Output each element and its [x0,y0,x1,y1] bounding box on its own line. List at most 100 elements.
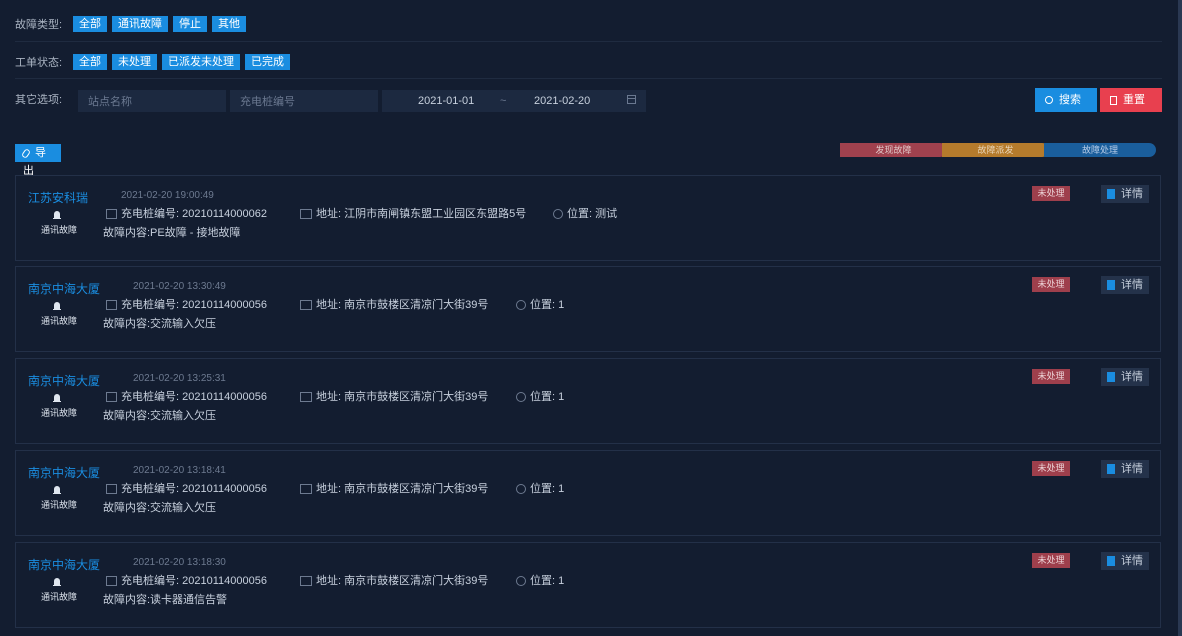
fault-card: 南京中海大厦 2021-02-20 13:25:31 通讯故障 充电桩编号: 2021… [15,358,1161,444]
detail-button[interactable]: 详情 [1101,460,1149,478]
alarm-icon [53,211,61,219]
status-badge: 未处理 [1032,277,1070,292]
address-icon [300,392,312,403]
location-icon [516,484,526,495]
card-time: 2021-02-20 13:18:30 [133,557,226,568]
pile-number-input[interactable]: 充电桩编号 [230,90,378,112]
document-icon [1107,189,1115,199]
date-range-picker[interactable]: 2021-01-01 ~ 2021-02-20 [382,90,646,112]
address-icon [300,209,312,220]
card-site-name[interactable]: 南京中海大厦 [28,280,100,297]
step-handled: 故障处理 [1044,143,1156,157]
pile-icon [106,300,117,311]
paperclip-icon [20,147,32,159]
divider [15,78,1162,79]
detail-button[interactable]: 详情 [1101,368,1149,386]
card-pile-number: 充电桩编号: 20210114000056 [106,480,267,496]
detail-button[interactable]: 详情 [1101,185,1149,203]
card-site-name[interactable]: 南京中海大厦 [28,464,100,481]
card-fault-content: 故障内容:读卡器通信告警 [103,594,228,606]
card-location: 位置: 1 [516,572,564,588]
card-address: 地址: 南京市鼓楼区清凉门大街39号 [300,296,488,312]
fault-card: 江苏安科瑞 2021-02-20 19:00:49 通讯故障 充电桩编号: 20210… [15,175,1161,261]
document-icon [1107,464,1115,474]
card-location: 位置: 1 [516,480,564,496]
export-button[interactable]: 导出 [15,144,61,177]
card-address: 地址: 南京市鼓楼区清凉门大街39号 [300,572,488,588]
document-icon [1107,372,1115,382]
status-badge: 未处理 [1032,553,1070,568]
location-icon [553,209,563,220]
status-badge: 未处理 [1032,461,1070,476]
fault-card: 南京中海大厦 2021-02-20 13:30:49 通讯故障 充电桩编号: 2021… [15,266,1161,352]
status-badge: 未处理 [1032,186,1070,201]
card-time: 2021-02-20 13:25:31 [133,373,226,384]
order-status-dispatched-chip[interactable]: 已派发未处理 [162,54,240,70]
card-pile-number: 充电桩编号: 20210114000056 [106,388,267,404]
card-site-name[interactable]: 南京中海大厦 [28,372,100,389]
card-address: 地址: 南京市鼓楼区清凉门大街39号 [300,480,488,496]
detail-button[interactable]: 详情 [1101,276,1149,294]
other-options-label: 其它选项: [15,94,63,106]
status-badge: 未处理 [1032,369,1070,384]
fault-type-comm-chip[interactable]: 通讯故障 [112,16,168,32]
card-fault-content: 故障内容:PE故障 - 接地故障 [103,227,241,239]
fault-type-label: 故障类型: [15,19,63,31]
card-fault-type: 通讯故障 [41,500,78,510]
address-icon [300,300,312,311]
order-status-filter: 工单状态: 全部 未处理 已派发未处理 已完成 [15,53,1162,71]
fault-card: 南京中海大厦 2021-02-20 13:18:30 通讯故障 充电桩编号: 2021… [15,542,1161,628]
card-site-name[interactable]: 江苏安科瑞 [28,189,88,206]
search-button[interactable]: 搜索 [1035,88,1097,112]
card-site-name[interactable]: 南京中海大厦 [28,556,100,573]
fault-type-all-chip[interactable]: 全部 [73,16,107,32]
location-icon [516,392,526,403]
card-address: 地址: 江阴市南闸镇东盟工业园区东盟路5号 [300,205,526,221]
fault-type-stop-chip[interactable]: 停止 [173,16,207,32]
card-location: 位置: 1 [516,388,564,404]
card-pile-number: 充电桩编号: 20210114000056 [106,572,267,588]
alarm-icon [53,578,61,586]
card-fault-content: 故障内容:交流输入欠压 [103,502,217,514]
date-separator: ~ [500,95,507,107]
card-location: 位置: 1 [516,296,564,312]
card-fault-content: 故障内容:交流输入欠压 [103,410,217,422]
calendar-icon [627,95,636,104]
pile-icon [106,484,117,495]
date-end: 2021-02-20 [534,95,591,107]
card-time: 2021-02-20 13:30:49 [133,281,226,292]
alarm-icon [53,394,61,402]
order-status-done-chip[interactable]: 已完成 [245,54,290,70]
fault-process-steps: 发现故障 故障派发 故障处理 [840,143,1161,157]
card-pile-number: 充电桩编号: 20210114000056 [106,296,267,312]
order-status-unprocessed-chip[interactable]: 未处理 [112,54,157,70]
document-icon [1107,556,1115,566]
detail-button[interactable]: 详情 [1101,552,1149,570]
card-fault-type: 通讯故障 [41,225,78,235]
card-fault-type: 通讯故障 [41,316,78,326]
card-fault-content: 故障内容:交流输入欠压 [103,318,217,330]
alarm-icon [53,486,61,494]
scrollbar[interactable] [1178,0,1182,636]
other-options-filter: 其它选项: 站点名称 充电桩编号 2021-01-01 ~ 2021-02-20 [15,89,1162,113]
alarm-icon [53,302,61,310]
document-icon [1107,280,1115,290]
divider [15,41,1162,42]
order-status-all-chip[interactable]: 全部 [73,54,107,70]
fault-type-other-chip[interactable]: 其他 [212,16,246,32]
search-icon [1045,96,1053,105]
trash-icon [1110,95,1117,105]
site-name-input[interactable]: 站点名称 [78,90,226,112]
pile-icon [106,576,117,587]
card-time: 2021-02-20 13:18:41 [133,465,226,476]
fault-type-filter: 故障类型: 全部 通讯故障 停止 其他 [15,15,1162,33]
pile-icon [106,392,117,403]
step-found: 发现故障 [840,143,947,157]
card-time: 2021-02-20 19:00:49 [121,190,214,201]
card-location: 位置: 测试 [553,205,617,221]
card-fault-type: 通讯故障 [41,592,78,602]
pile-icon [106,209,117,220]
date-start: 2021-01-01 [418,95,475,107]
fault-card: 南京中海大厦 2021-02-20 13:18:41 通讯故障 充电桩编号: 2021… [15,450,1161,536]
reset-button[interactable]: 重置 [1100,88,1162,112]
